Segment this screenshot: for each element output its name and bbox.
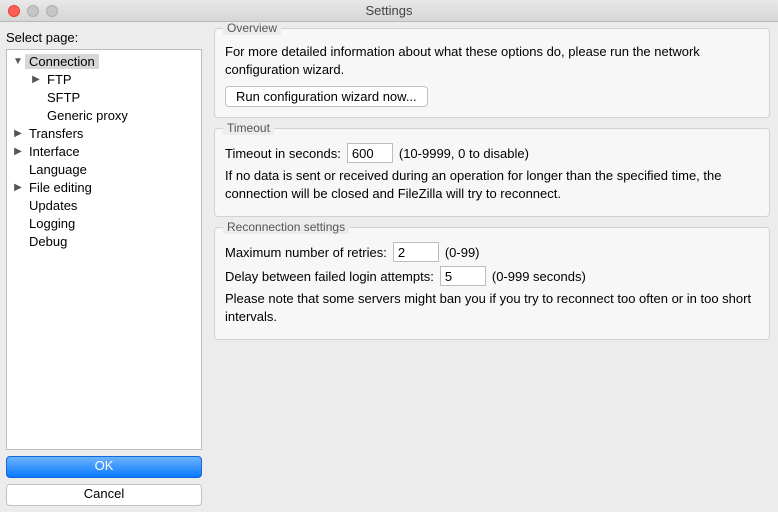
timeout-title: Timeout [223, 121, 274, 135]
page-tree[interactable]: ▼ Connection ▶ FTP ▶ SFTP ▶ Generic prox… [6, 49, 202, 450]
cancel-button[interactable]: Cancel [6, 484, 202, 506]
chevron-right-icon[interactable]: ▶ [11, 182, 25, 193]
reconnect-note: Please note that some servers might ban … [225, 290, 759, 325]
tree-item-generic-proxy[interactable]: ▶ Generic proxy [7, 106, 201, 124]
timeout-input[interactable] [347, 143, 393, 163]
close-icon[interactable] [8, 5, 20, 17]
retries-label: Maximum number of retries: [225, 245, 387, 260]
timeout-group: Timeout Timeout in seconds: (10-9999, 0 … [214, 128, 770, 217]
retries-hint: (0-99) [445, 245, 480, 260]
timeout-text: If no data is sent or received during an… [225, 167, 759, 202]
overview-text: For more detailed information about what… [225, 43, 759, 78]
chevron-right-icon[interactable]: ▶ [11, 128, 25, 139]
main-panel: Overview For more detailed information a… [208, 22, 778, 512]
delay-label: Delay between failed login attempts: [225, 269, 434, 284]
chevron-right-icon[interactable]: ▶ [11, 146, 25, 157]
tree-item-logging[interactable]: ▶ Logging [7, 214, 201, 232]
tree-item-ftp[interactable]: ▶ FTP [7, 70, 201, 88]
maximize-icon [46, 5, 58, 17]
timeout-label: Timeout in seconds: [225, 146, 341, 161]
tree-item-file-editing[interactable]: ▶ File editing [7, 178, 201, 196]
reconnect-group: Reconnection settings Maximum number of … [214, 227, 770, 340]
sidebar: Select page: ▼ Connection ▶ FTP ▶ SFTP ▶… [0, 22, 208, 512]
overview-group: Overview For more detailed information a… [214, 28, 770, 118]
window-title: Settings [0, 3, 778, 18]
tree-item-language[interactable]: ▶ Language [7, 160, 201, 178]
chevron-right-icon[interactable]: ▶ [29, 74, 43, 85]
tree-item-updates[interactable]: ▶ Updates [7, 196, 201, 214]
tree-item-connection[interactable]: ▼ Connection [7, 52, 201, 70]
overview-title: Overview [223, 22, 281, 35]
tree-item-sftp[interactable]: ▶ SFTP [7, 88, 201, 106]
retries-input[interactable] [393, 242, 439, 262]
ok-button[interactable]: OK [6, 456, 202, 478]
chevron-down-icon[interactable]: ▼ [11, 56, 25, 67]
tree-item-interface[interactable]: ▶ Interface [7, 142, 201, 160]
window-controls [0, 5, 58, 17]
tree-item-debug[interactable]: ▶ Debug [7, 232, 201, 250]
titlebar: Settings [0, 0, 778, 22]
sidebar-label: Select page: [6, 30, 202, 45]
tree-item-transfers[interactable]: ▶ Transfers [7, 124, 201, 142]
delay-hint: (0-999 seconds) [492, 269, 586, 284]
timeout-hint: (10-9999, 0 to disable) [399, 146, 529, 161]
run-wizard-button[interactable]: Run configuration wizard now... [225, 86, 428, 107]
minimize-icon [27, 5, 39, 17]
delay-input[interactable] [440, 266, 486, 286]
reconnect-title: Reconnection settings [223, 220, 349, 234]
